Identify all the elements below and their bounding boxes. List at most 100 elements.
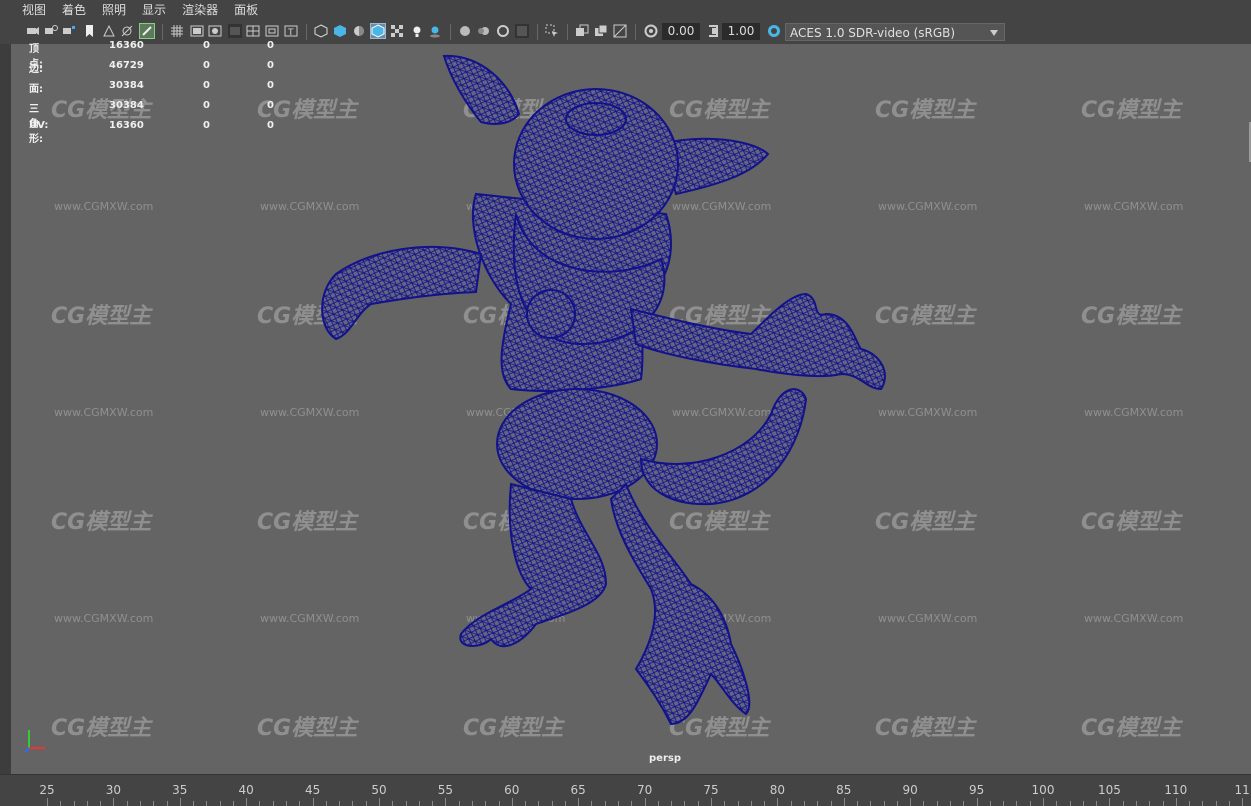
timeline-tick <box>259 801 261 806</box>
timeline-frame-label: 25 <box>39 783 55 797</box>
xray-icon[interactable] <box>575 24 589 38</box>
smooth-shade-icon[interactable] <box>333 24 347 38</box>
timeline-frame-label: 30 <box>105 783 122 797</box>
timeline-tick <box>657 801 659 806</box>
timeline-tick <box>870 801 872 806</box>
timeline-tick <box>1189 801 1191 806</box>
timeline-frame-label: 35 <box>172 783 188 797</box>
timeline-tick <box>1149 801 1151 806</box>
gate-mask-icon[interactable] <box>228 24 242 38</box>
camera-attr-icon[interactable] <box>62 24 76 38</box>
timeline-tick <box>1202 801 1204 806</box>
timeline-tick <box>1069 801 1071 806</box>
exposure-field[interactable]: 0.00 <box>662 23 700 40</box>
image-plane-icon[interactable] <box>102 24 116 38</box>
timeline-tick <box>684 801 686 806</box>
timeline-tick <box>60 801 62 806</box>
goblin-mesh[interactable] <box>11 44 1251 774</box>
timeline-tick <box>671 801 673 806</box>
timeline-tick <box>193 801 195 806</box>
color-management-icon[interactable] <box>767 24 781 38</box>
menu-view[interactable]: 视图 <box>0 0 54 20</box>
timeline-frame-label: 100 <box>1031 783 1055 797</box>
safe-action-icon[interactable] <box>265 24 279 38</box>
bookmark-icon[interactable] <box>82 24 96 38</box>
camera-icon[interactable] <box>26 24 40 38</box>
default-material-icon[interactable] <box>352 24 366 38</box>
field-chart-icon[interactable] <box>246 24 260 38</box>
color-space-dropdown[interactable]: ACES 1.0 SDR-video (sRGB) <box>785 23 1005 41</box>
shadows-icon[interactable] <box>428 24 442 38</box>
screen-space-ao-icon[interactable] <box>458 24 472 38</box>
timeline-tick <box>1056 801 1058 806</box>
timeline-frame-label: 95 <box>968 783 985 797</box>
timeline-tick <box>1016 801 1018 806</box>
camera-name-label: persp <box>649 753 681 764</box>
3d-viewport[interactable]: CG模型主 CG模型主 CG模型主 CG模型主 CG模型主 CG模型主 CG模型主 CG模型主… <box>11 44 1251 774</box>
timeline-tick <box>1096 801 1098 806</box>
timeline-tick <box>591 801 593 806</box>
motion-blur-icon[interactable] <box>477 24 491 38</box>
timeline-frame-label: 85 <box>836 783 852 797</box>
timeline-tick <box>883 801 885 806</box>
timeline-tick <box>325 801 327 806</box>
timeline-tick <box>405 801 407 806</box>
menu-panels[interactable]: 面板 <box>226 0 266 20</box>
menu-lighting[interactable]: 照明 <box>94 0 134 20</box>
lights-icon[interactable] <box>410 24 424 38</box>
left-panel-edge <box>0 44 11 774</box>
timeline-tick <box>750 801 752 806</box>
timeline-tick <box>1215 801 1217 806</box>
menu-show[interactable]: 显示 <box>134 0 174 20</box>
timeline-tick <box>896 801 898 806</box>
film-gate-icon[interactable] <box>190 24 204 38</box>
timeline-frame-label: 11 <box>1234 783 1250 797</box>
time-slider[interactable]: 25 30 35 40 45 50 55 60 65 70 75 80 85 90 95 100 105 110 1… <box>0 774 1251 806</box>
gamma-field[interactable]: 1.00 <box>722 23 760 40</box>
timeline-tick <box>73 801 75 806</box>
axis-gizmo-icon <box>24 730 45 753</box>
backface-icon[interactable] <box>613 24 627 38</box>
menu-renderer[interactable]: 渲染器 <box>174 0 226 20</box>
viewport-toolbar: T 0.00 1.00 ACES 1.0 SDR-video (sRGB) <box>0 20 1251 45</box>
isolate-select-icon[interactable] <box>545 24 559 38</box>
textured-icon[interactable] <box>390 24 404 38</box>
anti-aliasing-icon[interactable] <box>496 24 510 38</box>
gamma-icon[interactable] <box>706 24 720 38</box>
timeline-tick <box>432 801 434 806</box>
camera-lock-icon[interactable] <box>44 24 58 38</box>
timeline-tick <box>525 801 527 806</box>
xray-joints-icon[interactable] <box>594 24 608 38</box>
timeline-frame-label: 60 <box>504 783 520 797</box>
timeline-tick <box>618 801 620 806</box>
timeline-tick <box>989 801 991 806</box>
depth-of-field-icon[interactable] <box>515 24 529 38</box>
timeline-tick <box>1162 801 1164 806</box>
timeline-tick <box>604 801 606 806</box>
timeline-tick <box>485 801 487 806</box>
timeline-frame-label: 75 <box>703 783 719 797</box>
timeline-tick <box>100 801 102 806</box>
grid-icon[interactable] <box>170 24 184 38</box>
menu-shading[interactable]: 着色 <box>54 0 94 20</box>
wireframe-on-shaded-icon[interactable] <box>370 23 386 39</box>
wireframe-cube-icon[interactable] <box>314 24 328 38</box>
timeline-frame-label: 50 <box>371 783 387 797</box>
timeline-tick <box>299 801 301 806</box>
timeline-tick <box>936 801 938 806</box>
resolution-gate-icon[interactable] <box>208 24 222 38</box>
timeline-tick <box>724 801 726 806</box>
timeline-tick <box>803 801 805 806</box>
pencil-icon[interactable] <box>139 23 155 39</box>
safe-title-icon[interactable]: T <box>284 24 298 38</box>
timeline-tick <box>418 801 420 806</box>
timeline-tick <box>166 801 168 806</box>
timeline-frame-label: 55 <box>437 783 454 797</box>
timeline-tick <box>458 801 460 806</box>
exposure-icon[interactable] <box>644 24 658 38</box>
timeline-tick <box>538 801 540 806</box>
timeline-tick <box>950 801 952 806</box>
chevron-down-icon <box>990 30 998 36</box>
timeline-tick <box>272 801 274 806</box>
grease-pencil-icon[interactable] <box>120 24 134 38</box>
